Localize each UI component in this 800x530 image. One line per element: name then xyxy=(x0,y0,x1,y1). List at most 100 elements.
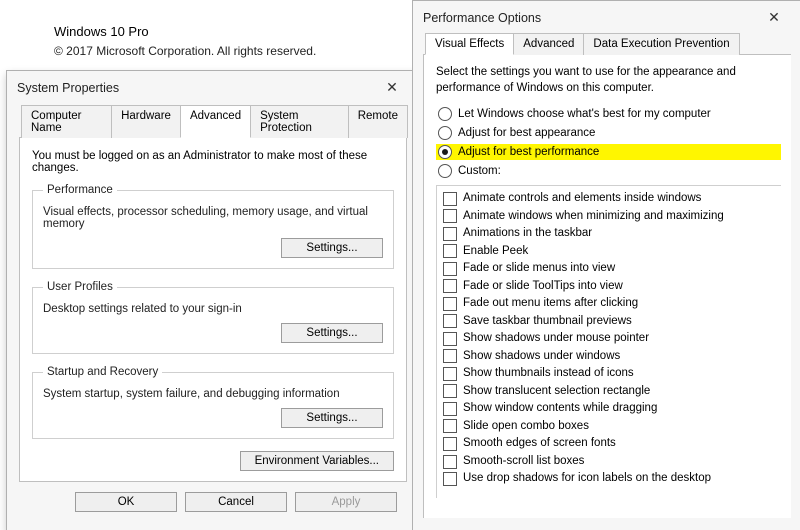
radio-custom[interactable]: Custom: xyxy=(436,163,781,179)
checkbox-icon xyxy=(443,314,457,328)
radio-label: Custom: xyxy=(458,165,501,177)
startup-recovery-group: Startup and Recovery System startup, sys… xyxy=(32,366,394,439)
user-profiles-legend: User Profiles xyxy=(43,281,117,293)
visual-effect-option[interactable]: Smooth-scroll list boxes xyxy=(443,453,781,471)
option-label: Save taskbar thumbnail previews xyxy=(463,314,632,330)
os-copyright: © 2017 Microsoft Corporation. All rights… xyxy=(54,42,316,60)
radio-label: Adjust for best performance xyxy=(458,146,599,158)
visual-effect-option[interactable]: Animations in the taskbar xyxy=(443,225,781,243)
performance-desc: Visual effects, processor scheduling, me… xyxy=(43,206,383,230)
tab-system-protection[interactable]: System Protection xyxy=(250,105,349,138)
cancel-button[interactable]: Cancel xyxy=(185,492,287,512)
visual-effects-intro: Select the settings you want to use for … xyxy=(436,65,781,96)
user-profiles-settings-button[interactable]: Settings... xyxy=(281,323,383,343)
checkbox-icon xyxy=(443,367,457,381)
perfopts-tabs: Visual Effects Advanced Data Execution P… xyxy=(423,32,791,55)
performance-settings-button[interactable]: Settings... xyxy=(281,238,383,258)
radio-let-windows[interactable]: Let Windows choose what's best for my co… xyxy=(436,106,781,122)
visual-effect-option[interactable]: Show translucent selection rectangle xyxy=(443,383,781,401)
ok-button[interactable]: OK xyxy=(75,492,177,512)
option-label: Show window contents while dragging xyxy=(463,401,657,417)
visual-effect-option[interactable]: Animate controls and elements inside win… xyxy=(443,190,781,208)
system-properties-titlebar[interactable]: System Properties ✕ xyxy=(7,71,419,102)
advanced-tab-panel: You must be logged on as an Administrato… xyxy=(19,138,407,482)
performance-options-dialog: Performance Options ✕ Visual Effects Adv… xyxy=(412,0,800,530)
startup-recovery-legend: Startup and Recovery xyxy=(43,366,162,378)
option-label: Fade or slide ToolTips into view xyxy=(463,279,623,295)
visual-effects-panel: Select the settings you want to use for … xyxy=(423,55,791,518)
checkbox-icon xyxy=(443,279,457,293)
visual-effect-option[interactable]: Show thumbnails instead of icons xyxy=(443,365,781,383)
tab-remote[interactable]: Remote xyxy=(348,105,408,138)
checkbox-icon xyxy=(443,244,457,258)
os-name: Windows 10 Pro xyxy=(54,22,316,42)
checkbox-icon xyxy=(443,402,457,416)
radio-label: Let Windows choose what's best for my co… xyxy=(458,108,711,120)
user-profiles-group: User Profiles Desktop settings related t… xyxy=(32,281,394,354)
visual-effect-option[interactable]: Use drop shadows for icon labels on the … xyxy=(443,470,781,488)
option-label: Smooth edges of screen fonts xyxy=(463,436,616,452)
option-label: Animations in the taskbar xyxy=(463,226,592,242)
system-properties-title: System Properties xyxy=(17,81,119,95)
startup-recovery-settings-button[interactable]: Settings... xyxy=(281,408,383,428)
checkbox-icon xyxy=(443,227,457,241)
checkbox-icon xyxy=(443,332,457,346)
apply-button: Apply xyxy=(295,492,397,512)
tab-hardware[interactable]: Hardware xyxy=(111,105,181,138)
radio-icon xyxy=(438,164,452,178)
checkbox-icon xyxy=(443,419,457,433)
about-windows-header: Windows 10 Pro © 2017 Microsoft Corporat… xyxy=(54,22,316,60)
system-properties-dialog: System Properties ✕ Computer Name Hardwa… xyxy=(6,70,420,530)
checkbox-icon xyxy=(443,192,457,206)
checkbox-icon xyxy=(443,262,457,276)
checkbox-icon xyxy=(443,297,457,311)
admin-notice: You must be logged on as an Administrato… xyxy=(32,150,394,174)
tab-visual-effects[interactable]: Visual Effects xyxy=(425,33,514,55)
visual-effect-option[interactable]: Show window contents while dragging xyxy=(443,400,781,418)
checkbox-icon xyxy=(443,437,457,451)
radio-icon xyxy=(438,107,452,121)
option-label: Show thumbnails instead of icons xyxy=(463,366,634,382)
visual-effect-option[interactable]: Slide open combo boxes xyxy=(443,418,781,436)
option-label: Show shadows under windows xyxy=(463,349,620,365)
tab-perf-advanced[interactable]: Advanced xyxy=(513,33,584,55)
visual-effect-option[interactable]: Fade out menu items after clicking xyxy=(443,295,781,313)
perfopts-titlebar[interactable]: Performance Options ✕ xyxy=(413,1,800,32)
tab-dep[interactable]: Data Execution Prevention xyxy=(583,33,739,55)
visual-effect-option[interactable]: Smooth edges of screen fonts xyxy=(443,435,781,453)
checkbox-icon xyxy=(443,455,457,469)
option-label: Smooth-scroll list boxes xyxy=(463,454,584,470)
visual-effect-option[interactable]: Fade or slide menus into view xyxy=(443,260,781,278)
visual-effects-checklist[interactable]: Animate controls and elements inside win… xyxy=(436,185,781,498)
checkbox-icon xyxy=(443,384,457,398)
user-profiles-desc: Desktop settings related to your sign-in xyxy=(43,303,383,315)
radio-best-appearance[interactable]: Adjust for best appearance xyxy=(436,125,781,141)
option-label: Fade or slide menus into view xyxy=(463,261,615,277)
startup-recovery-desc: System startup, system failure, and debu… xyxy=(43,388,383,400)
visual-effect-option[interactable]: Animate windows when minimizing and maxi… xyxy=(443,208,781,226)
radio-best-performance[interactable]: Adjust for best performance xyxy=(436,144,781,160)
option-label: Slide open combo boxes xyxy=(463,419,589,435)
checkbox-icon xyxy=(443,209,457,223)
visual-effect-option[interactable]: Show shadows under windows xyxy=(443,348,781,366)
option-label: Enable Peek xyxy=(463,244,528,260)
visual-effect-option[interactable]: Enable Peek xyxy=(443,243,781,261)
close-icon[interactable]: ✕ xyxy=(375,79,409,96)
option-label: Use drop shadows for icon labels on the … xyxy=(463,471,711,487)
radio-icon xyxy=(438,145,452,159)
performance-legend: Performance xyxy=(43,184,117,196)
tab-advanced[interactable]: Advanced xyxy=(180,105,251,138)
tab-computer-name[interactable]: Computer Name xyxy=(21,105,112,138)
option-label: Show shadows under mouse pointer xyxy=(463,331,649,347)
performance-group: Performance Visual effects, processor sc… xyxy=(32,184,394,269)
checkbox-icon xyxy=(443,349,457,363)
env-variables-button[interactable]: Environment Variables... xyxy=(240,451,394,471)
option-label: Animate controls and elements inside win… xyxy=(463,191,701,207)
radio-label: Adjust for best appearance xyxy=(458,127,595,139)
visual-effect-option[interactable]: Show shadows under mouse pointer xyxy=(443,330,781,348)
visual-effect-option[interactable]: Fade or slide ToolTips into view xyxy=(443,278,781,296)
radio-icon xyxy=(438,126,452,140)
option-label: Show translucent selection rectangle xyxy=(463,384,650,400)
visual-effect-option[interactable]: Save taskbar thumbnail previews xyxy=(443,313,781,331)
close-icon[interactable]: ✕ xyxy=(757,9,791,26)
